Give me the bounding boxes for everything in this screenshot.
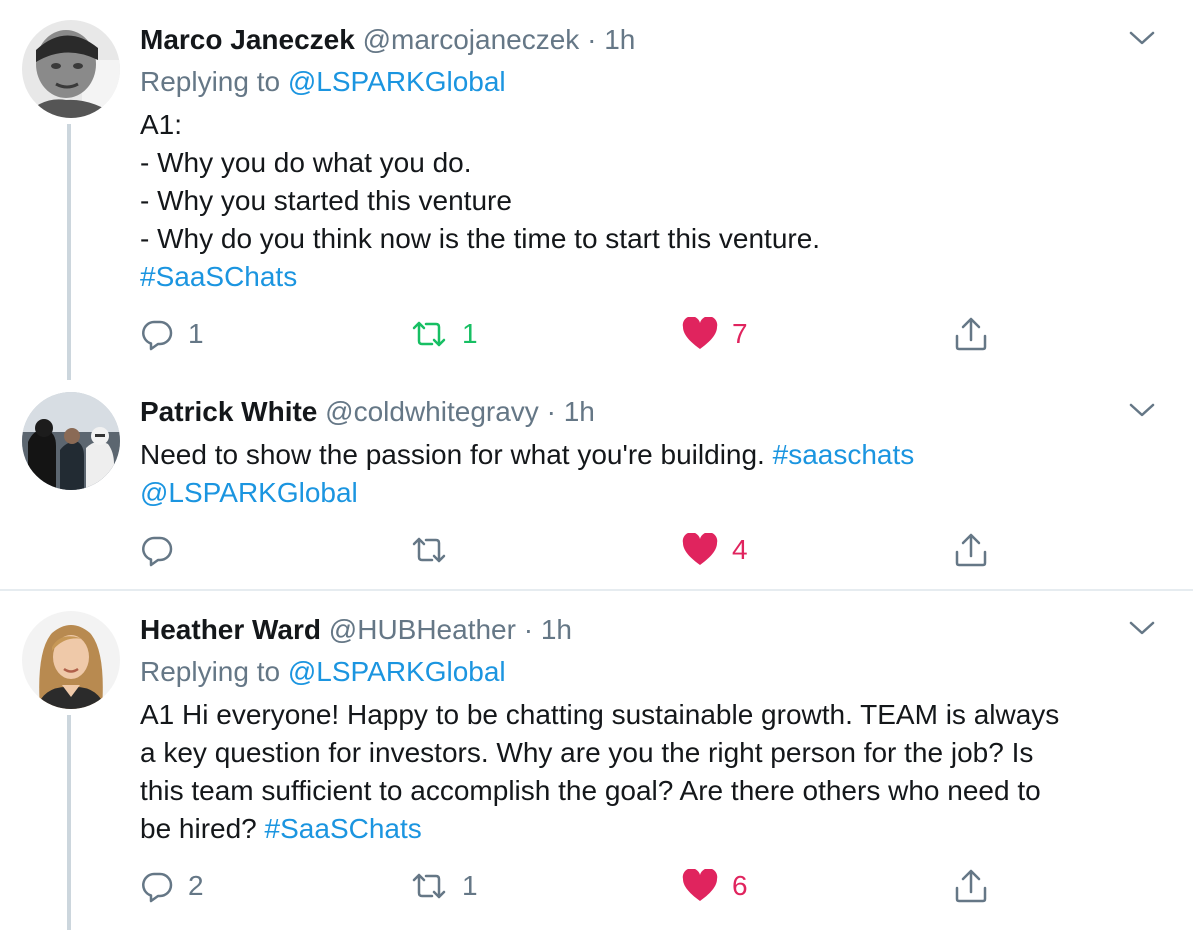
reply-icon [142,872,173,903]
tweet-actions: 4 [140,530,1040,570]
avatar-heather[interactable] [22,611,120,709]
heart-icon [682,533,718,565]
separator-dot: · [546,396,556,427]
share-icon [955,869,987,903]
reply-button[interactable] [140,530,188,570]
display-name[interactable]: Marco Janeczek [140,24,355,55]
tweet-line: A1: [140,109,183,140]
thread-line [67,715,71,930]
reply-count: 2 [188,870,204,901]
retweet-icon [412,321,446,347]
heart-icon [682,869,718,901]
tweet-actions: 2 1 6 [140,866,1040,906]
replying-to-label: Replying to [140,656,281,687]
chevron-down-icon[interactable] [1128,400,1156,420]
tweet-line: Need to show the passion for what you're… [140,436,914,474]
timestamp[interactable]: 1h [604,24,635,55]
replying-to: Replying to @LSPARKGlobal [140,654,506,690]
tweet-actions: 1 1 7 [140,314,1040,354]
share-icon [955,533,987,567]
like-button[interactable]: 4 [682,530,748,570]
avatar-marco[interactable] [22,20,120,118]
tweet-header: Heather Ward @HUBHeather · 1h [140,612,572,648]
retweet-button[interactable] [410,530,462,570]
hashtag-link[interactable]: #saaschats [773,439,915,470]
tweet-text: Need to show the passion for what you're… [140,436,914,512]
tweet-header: Marco Janeczek @marcojaneczek · 1h [140,22,635,58]
reply-icon [142,536,173,567]
tweet-line-text: be hired? [140,813,257,844]
tweet-text: A1 Hi everyone! Happy to be chatting sus… [140,696,1059,848]
hashtag-link[interactable]: #SaaSChats [140,258,820,296]
timestamp[interactable]: 1h [564,396,595,427]
tweet-marco[interactable]: Marco Janeczek @marcojaneczek · 1h Reply… [0,0,1193,380]
share-button[interactable] [954,314,988,354]
thread-line [67,124,71,380]
tweet-line: A1 Hi everyone! Happy to be chatting sus… [140,699,1060,730]
chevron-down-icon[interactable] [1128,28,1156,48]
retweet-count: 1 [462,870,478,901]
share-button[interactable] [954,530,988,570]
avatar-patrick[interactable] [22,392,120,490]
user-handle[interactable]: @coldwhitegravy [325,396,539,427]
like-count: 6 [732,870,748,901]
retweet-count: 1 [462,318,478,349]
tweet-line: - Why do you think now is the time to st… [140,223,821,254]
replying-to-label: Replying to [140,66,281,97]
display-name[interactable]: Heather Ward [140,614,321,645]
heart-icon [682,317,718,349]
tweet-line: this team sufficient to accomplish the g… [140,775,1041,806]
tweet-line: - Why you started this venture [140,185,512,216]
tweet-heather[interactable]: Heather Ward @HUBHeather · 1h Replying t… [0,591,1193,930]
tweet-line: - Why you do what you do. [140,147,472,178]
like-button[interactable]: 6 [682,866,748,906]
timestamp[interactable]: 1h [541,614,572,645]
tweet-text: A1: - Why you do what you do. - Why you … [140,106,820,296]
retweet-button[interactable]: 1 [410,314,478,354]
tweet-line: a key question for investors. Why are yo… [140,737,1034,768]
separator-dot: · [587,24,597,55]
mention-link[interactable]: @LSPARKGlobal [288,66,506,97]
mention-link[interactable]: @LSPARKGlobal [288,656,506,687]
hashtag-link[interactable]: #SaaSChats [265,813,422,844]
like-count: 7 [732,318,748,349]
share-button[interactable] [954,866,988,906]
share-icon [955,317,987,351]
replying-to: Replying to @LSPARKGlobal [140,64,506,100]
tweet-patrick[interactable]: Patrick White @coldwhitegravy · 1h Need … [0,380,1193,590]
like-button[interactable]: 7 [682,314,748,354]
chevron-down-icon[interactable] [1128,618,1156,638]
reply-count: 1 [188,318,204,349]
separator-dot: · [523,614,534,645]
user-handle[interactable]: @marcojaneczek [363,24,580,55]
reply-button[interactable]: 1 [140,314,204,354]
retweet-button[interactable]: 1 [410,866,478,906]
reply-icon [142,320,173,351]
retweet-icon [412,537,446,563]
like-count: 4 [732,534,748,565]
tweet-header: Patrick White @coldwhitegravy · 1h [140,394,595,430]
mention-link[interactable]: @LSPARKGlobal [140,474,914,512]
display-name[interactable]: Patrick White [140,396,317,427]
reply-button[interactable]: 2 [140,866,204,906]
user-handle[interactable]: @HUBHeather [329,614,516,645]
retweet-icon [412,873,446,899]
tweet-line-text: Need to show the passion for what you're… [140,439,765,470]
tweet-line: be hired? #SaaSChats [140,810,1059,848]
